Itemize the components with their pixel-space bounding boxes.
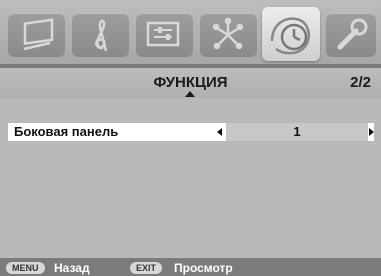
scroll-up-arrow-icon[interactable] bbox=[185, 91, 195, 97]
category-tab-bar bbox=[0, 0, 381, 64]
tab-network[interactable] bbox=[200, 13, 257, 57]
menu-header: ФУНКЦИЯ 2/2 bbox=[0, 68, 381, 98]
wrench-icon bbox=[337, 18, 368, 50]
tab-picture[interactable] bbox=[8, 13, 65, 57]
tab-function[interactable] bbox=[262, 7, 320, 61]
setting-value-box[interactable]: 1 bbox=[226, 123, 368, 141]
page-title: ФУНКЦИЯ bbox=[153, 74, 228, 91]
footer-hints: MENU Назад EXIT Просмотр bbox=[0, 258, 381, 276]
exit-key-badge[interactable]: EXIT bbox=[130, 262, 163, 274]
page-indicator: 2/2 bbox=[350, 74, 371, 91]
tv-picture-icon bbox=[23, 18, 54, 51]
tab-setup[interactable] bbox=[136, 13, 193, 57]
clock-icon bbox=[270, 17, 310, 55]
setting-label: Боковая панель bbox=[14, 124, 119, 139]
settings-sliders-icon bbox=[146, 21, 180, 47]
back-hint-label: Назад bbox=[54, 261, 90, 275]
arrow-right-icon[interactable] bbox=[369, 128, 374, 136]
tab-support[interactable] bbox=[326, 13, 376, 57]
menu-key-badge[interactable]: MENU bbox=[6, 262, 45, 274]
setting-value: 1 bbox=[293, 124, 301, 139]
arrow-left-icon[interactable] bbox=[217, 128, 222, 136]
view-hint-label: Просмотр bbox=[174, 261, 233, 275]
tab-sound[interactable] bbox=[72, 13, 129, 57]
music-note-icon bbox=[94, 19, 108, 52]
network-icon bbox=[212, 17, 244, 50]
setting-row-side-panel[interactable]: Боковая панель 1 bbox=[8, 123, 374, 141]
